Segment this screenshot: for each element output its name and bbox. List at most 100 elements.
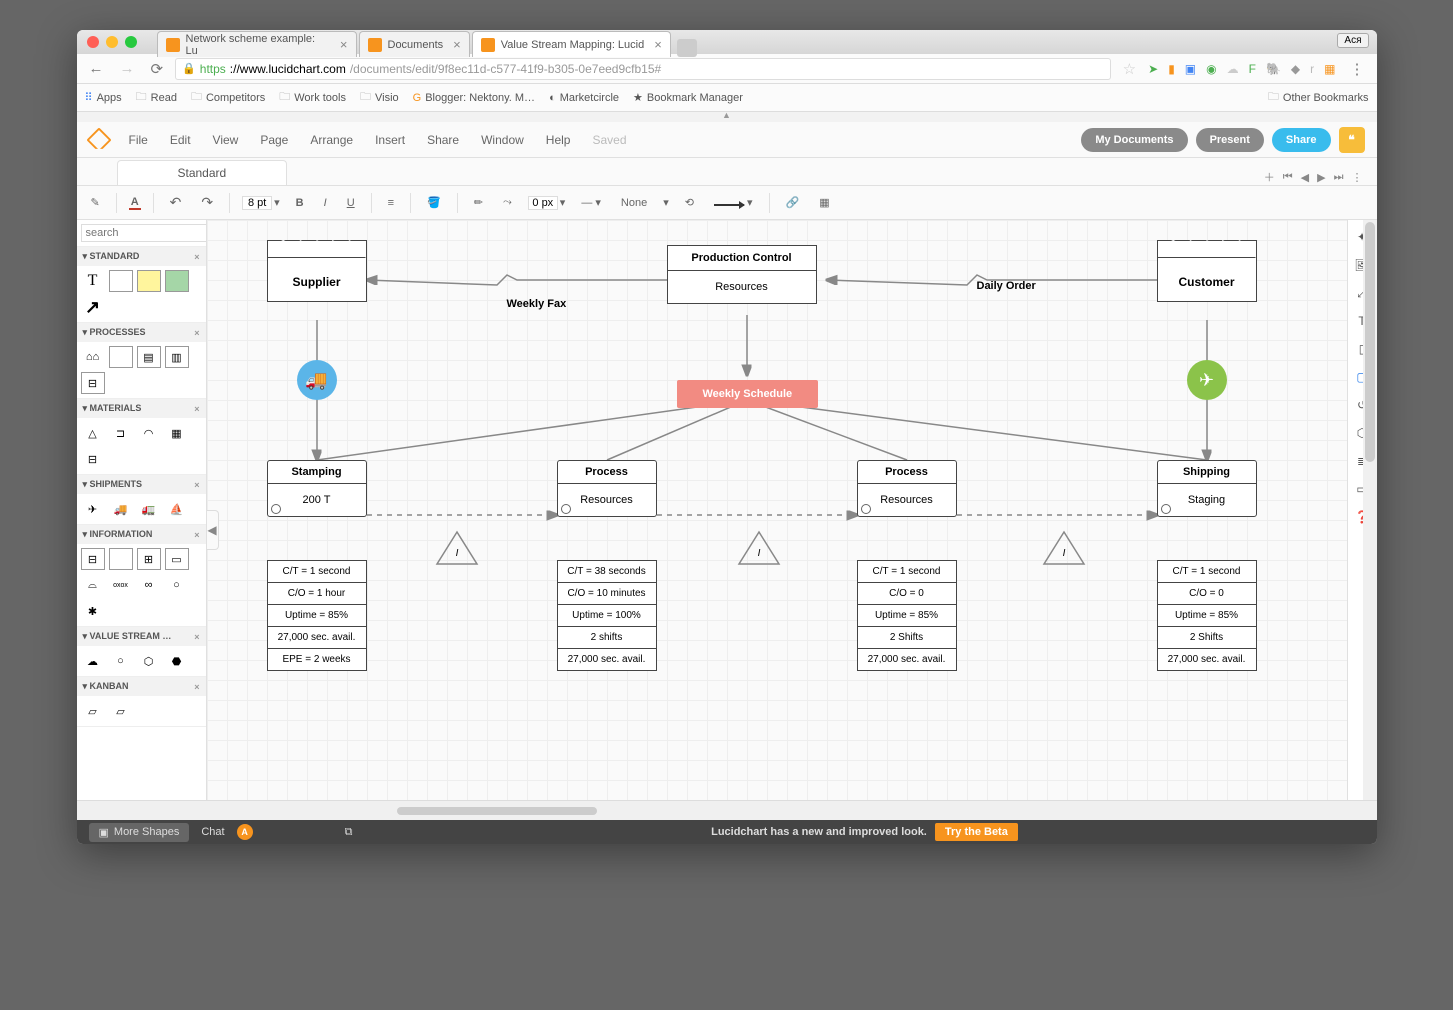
menu-arrange[interactable]: Arrange [310, 133, 353, 147]
ext-icon[interactable]: ▦ [1324, 62, 1335, 76]
browser-tab[interactable]: Documents × [359, 31, 470, 57]
ext-icon[interactable]: ▣ [1185, 62, 1196, 76]
databox-node[interactable]: C/T = 1 second C/O = 0 Uptime = 85% 2 Sh… [857, 560, 957, 671]
font-size-input[interactable]: ▾ [242, 196, 280, 210]
page-tab[interactable]: Standard [117, 160, 288, 185]
header-collapse-handle[interactable] [77, 112, 1377, 122]
fifo-shape-icon[interactable]: ⊐ [109, 422, 133, 444]
fill-color-icon[interactable]: 🪣 [423, 194, 445, 211]
close-tab-icon[interactable]: × [453, 37, 461, 52]
goggles-shape-icon[interactable]: ∞ [137, 574, 161, 596]
ext-icon[interactable]: ➤ [1148, 62, 1158, 76]
ext-icon[interactable]: 🐘 [1266, 62, 1281, 76]
databox-node[interactable]: C/T = 1 second C/O = 1 hour Uptime = 85%… [267, 560, 367, 671]
bookmark-item[interactable]: ★Bookmark Manager [633, 91, 743, 104]
stamping-process-node[interactable]: Stamping 200 T [267, 460, 367, 517]
browser-tab-active[interactable]: Value Stream Mapping: Lucid × [472, 31, 671, 57]
line-curve-icon[interactable]: ⤳ [499, 194, 516, 211]
text-shape-icon[interactable] [81, 270, 105, 292]
try-beta-button[interactable]: Try the Beta [935, 823, 1018, 841]
last-page-icon[interactable]: ⏭ [1334, 171, 1344, 184]
new-tab-button[interactable] [677, 39, 697, 57]
section-header[interactable]: ▾ VALUE STREAM …× [77, 627, 206, 646]
bookmark-folder[interactable]: 🗀Read [136, 88, 177, 107]
menu-share[interactable]: Share [427, 133, 459, 147]
plane-icon[interactable]: ✈ [1187, 360, 1227, 400]
menu-file[interactable]: File [129, 133, 148, 147]
italic-button[interactable]: I [320, 195, 331, 211]
sticky-shape-icon[interactable] [165, 270, 189, 292]
arrow-shape-icon[interactable] [81, 296, 105, 318]
vertical-scrollbar[interactable] [1363, 220, 1377, 800]
reload-button[interactable]: ⟳ [147, 60, 168, 78]
bookmark-folder[interactable]: 🗀Visio [360, 88, 399, 107]
ext-icon[interactable]: r [1310, 62, 1314, 76]
redo-button[interactable] [197, 192, 217, 213]
databox-node[interactable]: C/T = 38 seconds C/O = 10 minutes Uptime… [557, 560, 657, 671]
production-control-node[interactable]: Production Control Resources [667, 245, 817, 304]
chat-label[interactable]: Chat [201, 826, 224, 838]
chat-user-badge[interactable]: A [237, 824, 253, 840]
bookmark-folder[interactable]: 🗀Work tools [279, 88, 346, 107]
hexlink-shape-icon[interactable]: ⬡ [137, 650, 161, 672]
shipping-process-node[interactable]: Shipping Staging [1157, 460, 1257, 517]
canvas[interactable]: Supplier Customer Production Control Res… [207, 220, 1347, 800]
chrome-profile-badge[interactable]: Ася [1337, 33, 1368, 48]
info-shape-icon[interactable]: ⊞ [137, 548, 161, 570]
bookmark-item[interactable]: ◐Marketcircle [549, 92, 619, 104]
inventory-triangle-icon[interactable]: I [435, 530, 479, 566]
section-header[interactable]: ▾ MATERIALS× [77, 399, 206, 418]
minimize-window-icon[interactable] [106, 36, 118, 48]
schedule-node[interactable]: Weekly Schedule [677, 380, 819, 408]
ext-icon[interactable]: F [1249, 62, 1256, 76]
operator-shape-icon[interactable]: ✱ [81, 600, 105, 622]
close-tab-icon[interactable]: × [654, 37, 662, 52]
ext-icon[interactable]: ☁ [1227, 62, 1239, 76]
other-bookmarks[interactable]: 🗀Other Bookmarks [1268, 88, 1369, 107]
note-shape-icon[interactable] [137, 270, 161, 292]
feedback-button[interactable]: ❝ [1339, 127, 1365, 153]
close-window-icon[interactable] [87, 36, 99, 48]
line-color-icon[interactable]: ✏ [470, 194, 487, 211]
truck-icon[interactable]: 🚚 [297, 360, 337, 400]
barcode-shape-icon[interactable]: ▦ [165, 422, 189, 444]
menu-window[interactable]: Window [481, 133, 524, 147]
rectangle-shape-icon[interactable] [109, 270, 133, 292]
circle-shape-icon[interactable]: ○ [109, 650, 133, 672]
lucidchart-logo-icon[interactable] [89, 130, 109, 150]
panel-collapse-handle[interactable]: ◀ [207, 510, 219, 550]
factory-shape-icon[interactable]: ⌂⌂ [81, 346, 105, 368]
first-page-icon[interactable]: ⏮ [1283, 171, 1293, 184]
undo-button[interactable] [166, 192, 186, 213]
present-button[interactable]: Present [1196, 128, 1264, 152]
back-button[interactable]: ← [85, 60, 108, 77]
section-header[interactable]: ▾ STANDARD× [77, 247, 206, 266]
horizontal-scrollbar-thumb[interactable] [397, 807, 597, 815]
chrome-menu-icon[interactable]: ⋮ [1346, 60, 1369, 78]
process-node[interactable]: Process Resources [557, 460, 657, 517]
shapes-search-input[interactable] [81, 224, 207, 242]
database-shape-icon[interactable]: ⌓ [81, 574, 105, 596]
databox-node[interactable]: C/T = 1 second C/O = 0 Uptime = 85% 2 Sh… [1157, 560, 1257, 671]
customer-node[interactable]: Customer [1157, 240, 1257, 302]
forklift-shape-icon[interactable]: 🚛 [137, 498, 161, 520]
paint-format-icon[interactable]: ✎ [87, 194, 104, 211]
address-input[interactable]: 🔒 https ://www.lucidchart.com/documents/… [175, 58, 1111, 80]
process-shape-icon[interactable] [109, 346, 133, 368]
bookmark-folder[interactable]: 🗀Competitors [191, 88, 265, 107]
add-page-icon[interactable]: ＋ [1264, 169, 1275, 185]
maximize-window-icon[interactable] [125, 36, 137, 48]
menu-view[interactable]: View [213, 133, 239, 147]
bold-button[interactable]: B [292, 195, 308, 211]
browser-tab[interactable]: Network scheme example: Lu × [157, 31, 357, 57]
section-header[interactable]: ▾ KANBAN× [77, 677, 206, 696]
databox-shape-icon[interactable]: ▥ [165, 346, 189, 368]
safety-shape-icon[interactable]: ⊟ [81, 448, 105, 470]
kaizen-shape-icon[interactable]: ☁ [81, 650, 105, 672]
underline-button[interactable]: U [343, 195, 359, 211]
pull-shape-icon[interactable]: ◠ [137, 422, 161, 444]
ring-shape-icon[interactable]: ○ [165, 574, 189, 596]
bookmark-item[interactable]: GBlogger: Nektony. M… [413, 92, 535, 104]
ext-icon[interactable]: ◉ [1206, 62, 1216, 76]
line-refresh-icon[interactable]: ⟲ [681, 194, 698, 211]
